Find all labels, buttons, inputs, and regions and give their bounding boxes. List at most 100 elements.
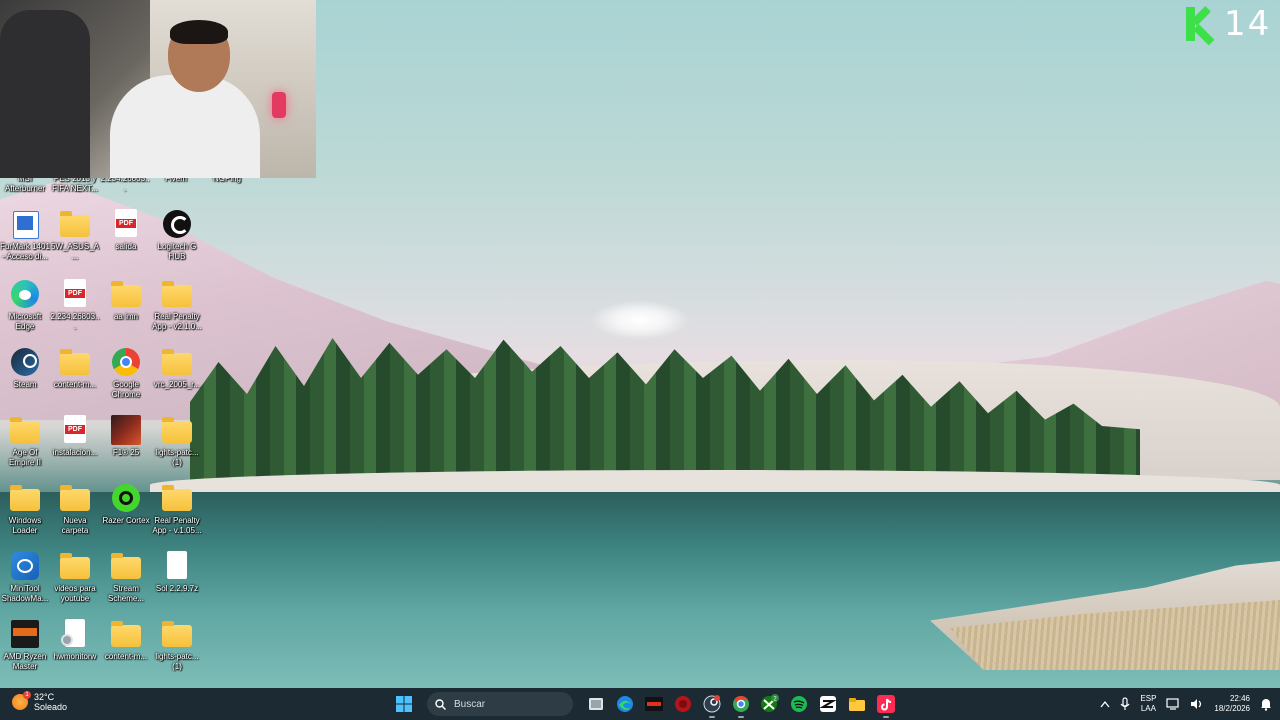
- desktop-icon-age-of-empire[interactable]: Age Of Empire II: [0, 414, 50, 468]
- desktop-icon-sol-archive[interactable]: Sol 2.2.9.7z: [152, 550, 202, 594]
- razer-icon: [110, 482, 142, 514]
- desktop-icon-stream-scheme[interactable]: Stream Scheme...: [101, 550, 151, 604]
- desktop-icon-furmark[interactable]: FurMark 1401 - Acceso di...: [0, 208, 50, 262]
- desktop-icon-salida[interactable]: PDF salida: [101, 208, 151, 252]
- network-icon[interactable]: [1166, 698, 1180, 710]
- taskbar-chrome[interactable]: [729, 692, 753, 718]
- clock-date: 18/2/2026: [1214, 704, 1250, 713]
- folder-icon: [9, 414, 41, 446]
- pdf-icon: PDF: [110, 208, 142, 240]
- weather-widget[interactable]: 1 32°C Soleado: [12, 691, 68, 712]
- microphone-icon[interactable]: [1120, 697, 1130, 711]
- webcam-light: [272, 92, 286, 118]
- clock[interactable]: 22:46 18/2/2026: [1214, 694, 1250, 714]
- desktop-icon-windows-loader[interactable]: Windows Loader: [0, 482, 50, 536]
- webcam-chair: [0, 10, 90, 178]
- notification-bell-icon[interactable]: [1260, 697, 1272, 711]
- desktop-icon-folder-asus[interactable]: 5W_ASUS_A...: [50, 208, 100, 262]
- folder-icon: [9, 482, 41, 514]
- ryzen-icon: [9, 618, 41, 650]
- f1-icon: [110, 414, 142, 446]
- desktop-icon-real-penalty[interactable]: Real Penalty App - v2.1.0...: [152, 278, 202, 332]
- desktop-icon-videos-youtube[interactable]: videos para youtube: [50, 550, 100, 604]
- keyboard-layout: LAA: [1140, 704, 1156, 713]
- desktop-icon-logitech[interactable]: Logitech G HUB: [152, 208, 202, 262]
- desktop-icon-razer-cortex[interactable]: Razer Cortex: [101, 482, 151, 526]
- desktop-icon-edge[interactable]: Microsoft Edge: [0, 278, 50, 332]
- minitool-icon: [9, 550, 41, 582]
- desktop-icon-chrome[interactable]: Google Chrome: [101, 346, 151, 400]
- taskbar-edge[interactable]: [613, 692, 637, 716]
- desktop-icon-f1-25[interactable]: F1® 25: [101, 414, 151, 458]
- desktop-icon-hwmonitor[interactable]: hwmonitorw: [50, 618, 100, 662]
- desktop-icon-folder-aa[interactable]: aa imn: [101, 278, 151, 322]
- folder-icon: [110, 618, 142, 650]
- folder-icon: [59, 550, 91, 582]
- system-tray: ESP LAA 22:46 18/2/2026: [1100, 691, 1272, 717]
- taskbar-red-app[interactable]: [671, 692, 695, 716]
- weather-condition: Soleado: [34, 702, 68, 712]
- language-code: ESP: [1140, 694, 1157, 703]
- steam-icon: [9, 346, 41, 378]
- webcam-person-shirt: [110, 75, 260, 178]
- desktop-icon-pdf-doc[interactable]: PDF 2.234.26803...: [50, 278, 100, 332]
- folder-icon: [59, 346, 91, 378]
- desktop-icon-nueva-carpeta[interactable]: Nueva carpeta: [50, 482, 100, 536]
- logitech-icon: [161, 208, 193, 240]
- folder-icon: [59, 482, 91, 514]
- weather-sun-icon: 1: [12, 691, 31, 710]
- taskbar-amd[interactable]: [642, 692, 666, 716]
- folder-icon: [849, 698, 865, 711]
- taskbar-file-explorer[interactable]: [845, 692, 869, 716]
- folder-icon: [161, 482, 193, 514]
- webcam-overlay: [0, 0, 316, 178]
- xbox-icon: 2: [761, 694, 779, 712]
- weather-badge: 1: [23, 691, 31, 699]
- desktop-icon-content-folder[interactable]: content-m...: [50, 346, 100, 390]
- wallpaper-forest: [190, 338, 1140, 490]
- capcut-icon: [819, 696, 837, 712]
- search-icon: [435, 698, 446, 710]
- desktop-icon-lights-patch[interactable]: lights-patc... (1): [152, 414, 202, 468]
- tiktok-icon: [877, 695, 895, 713]
- desktop-icon-vrc-folder[interactable]: vrc_2005_r...: [152, 346, 202, 390]
- task-view-icon: [589, 698, 603, 710]
- edge-icon: [9, 278, 41, 310]
- settings-file-icon: [59, 618, 91, 650]
- taskbar-spotify[interactable]: [787, 692, 811, 716]
- desktop-icon-steam[interactable]: Steam: [0, 346, 50, 390]
- pdf-icon: PDF: [59, 278, 91, 310]
- folder-icon: [161, 414, 193, 446]
- taskbar-capcut[interactable]: [816, 692, 840, 716]
- folder-icon: [161, 278, 193, 310]
- search-placeholder: Buscar: [454, 698, 486, 710]
- desktop-icon-real-penalty-2[interactable]: Real Penalty App - v.1.05...: [152, 482, 202, 536]
- desktop-icon-content-folder-2[interactable]: content-m...: [101, 618, 151, 662]
- desktop-icon-minitool[interactable]: MiniTool ShadowMa...: [0, 550, 50, 604]
- desktop-icon-instalacion[interactable]: PDF instalacion...: [50, 414, 100, 458]
- task-view-button[interactable]: [584, 692, 608, 716]
- furmark-icon: [9, 208, 41, 240]
- folder-icon: [161, 618, 193, 650]
- chevron-up-icon[interactable]: [1100, 700, 1110, 708]
- taskbar-search[interactable]: Buscar: [427, 692, 573, 716]
- folder-icon: [161, 346, 193, 378]
- windows-icon: [396, 696, 412, 712]
- weather-temp: 32°C: [34, 692, 55, 702]
- taskbar-xbox[interactable]: 2: [758, 692, 782, 716]
- start-button[interactable]: [392, 692, 416, 716]
- wallpaper-sun-glow: [590, 300, 690, 340]
- chrome-icon: [733, 695, 749, 712]
- edge-icon: [617, 696, 633, 712]
- language-indicator[interactable]: ESP LAA: [1140, 694, 1156, 714]
- volume-icon[interactable]: [1190, 698, 1204, 710]
- desktop-icon-amd-ryzen[interactable]: AMD Ryzen Master: [0, 618, 50, 672]
- folder-icon: [110, 550, 142, 582]
- desktop-icon-lights-patch-2[interactable]: lights-patc... (1): [152, 618, 202, 672]
- taskbar-steam[interactable]: [700, 692, 724, 718]
- spotify-icon: [791, 696, 807, 712]
- k14-logo: 14: [1184, 6, 1271, 46]
- pdf-icon: PDF: [59, 414, 91, 446]
- clock-time: 22:46: [1229, 694, 1250, 703]
- taskbar-tiktok[interactable]: [874, 692, 898, 718]
